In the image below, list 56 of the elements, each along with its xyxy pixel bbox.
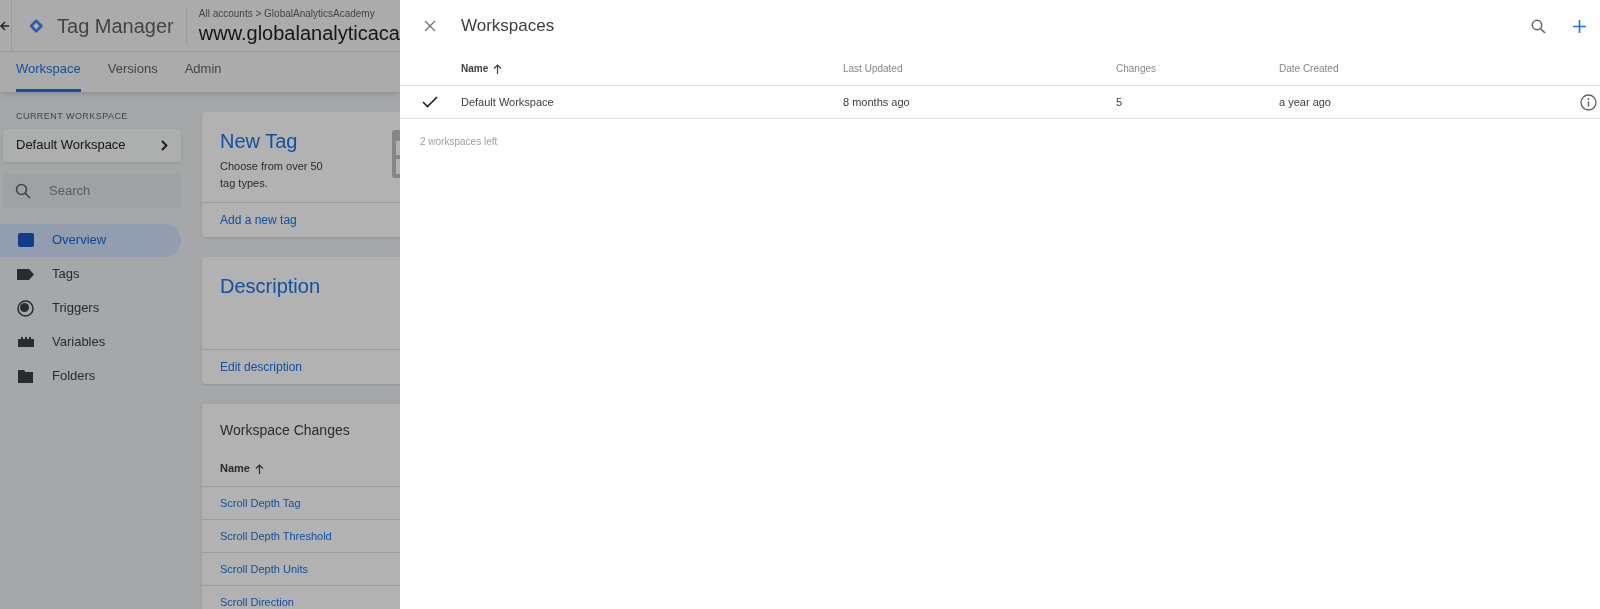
card-text: Choose from over 50 tag types.: [220, 159, 324, 191]
close-icon: [424, 20, 436, 32]
section-label: CURRENT WORKSPACE: [16, 110, 129, 123]
column-header[interactable]: Name: [461, 61, 489, 76]
add-tag-link[interactable]: Add a new tag: [220, 211, 297, 229]
nav-tab[interactable]: Versions: [107, 58, 158, 92]
add-button[interactable]: [1570, 17, 1588, 35]
sort-up-icon: [254, 464, 264, 474]
workspaces-left-note: 2 workspaces left: [420, 136, 498, 147]
table-cell: 8 months ago: [843, 95, 910, 108]
workspace-row[interactable]: Default Workspace 8 months ago 5 a year ago: [400, 86, 1600, 119]
table-cell: a year ago: [1279, 95, 1331, 108]
column-header[interactable]: Name: [220, 459, 250, 476]
info-button[interactable]: [1580, 93, 1597, 111]
workspace-selector[interactable]: Default Workspace: [3, 128, 181, 162]
tag-icon: [17, 268, 34, 280]
table-cell: Default Workspace: [461, 95, 554, 108]
edit-description-link[interactable]: Edit description: [220, 358, 303, 376]
nav-tab[interactable]: Admin: [184, 58, 222, 92]
container-name: www.globalanalyticaca: [198, 21, 400, 45]
column-header[interactable]: Last Updated: [843, 63, 903, 74]
back-button[interactable]: [0, 0, 12, 52]
sidebar-item[interactable]: Tags: [0, 257, 181, 291]
check-icon: [422, 96, 438, 108]
breadcrumb[interactable]: All accounts > GlobalAnalyticsAcademy: [198, 6, 400, 21]
change-link[interactable]: Scroll Direction: [220, 593, 294, 609]
change-link[interactable]: Scroll Depth Tag: [220, 494, 301, 512]
sidebar-item[interactable]: Overview: [0, 223, 181, 257]
card-title: Workspace Changes: [220, 422, 350, 438]
card-title: Description: [220, 275, 321, 297]
sort-up-icon: [493, 63, 503, 74]
card-title: New Tag: [220, 129, 299, 154]
app-title: Tag Manager: [57, 13, 174, 39]
column-header[interactable]: Date Created: [1279, 63, 1339, 74]
change-link[interactable]: Scroll Depth Units: [220, 560, 309, 578]
close-button[interactable]: [422, 18, 438, 34]
sidebar-item[interactable]: Triggers: [0, 291, 181, 325]
search-field[interactable]: Search: [3, 173, 181, 208]
search-icon: [15, 182, 31, 199]
chevron-right-icon: [161, 139, 168, 151]
card-icon: [17, 233, 34, 247]
search-button[interactable]: [1529, 17, 1547, 35]
change-link[interactable]: Scroll Depth Threshold: [220, 527, 332, 545]
table-cell: 5: [1116, 95, 1123, 108]
panel-title: Workspaces: [461, 15, 555, 38]
nav-tab[interactable]: Workspace: [16, 58, 81, 92]
column-header[interactable]: Changes: [1116, 63, 1157, 74]
search-icon: [1530, 18, 1546, 34]
info-icon: [1580, 93, 1597, 111]
blocks-icon: [17, 337, 34, 347]
plus-icon: [1572, 19, 1586, 33]
folder-icon: [18, 369, 33, 383]
sidebar-item[interactable]: Folders: [0, 359, 181, 393]
sidebar-item[interactable]: Variables: [0, 325, 181, 359]
trigger-icon: [17, 299, 34, 317]
back-arrow-icon: [0, 20, 11, 31]
